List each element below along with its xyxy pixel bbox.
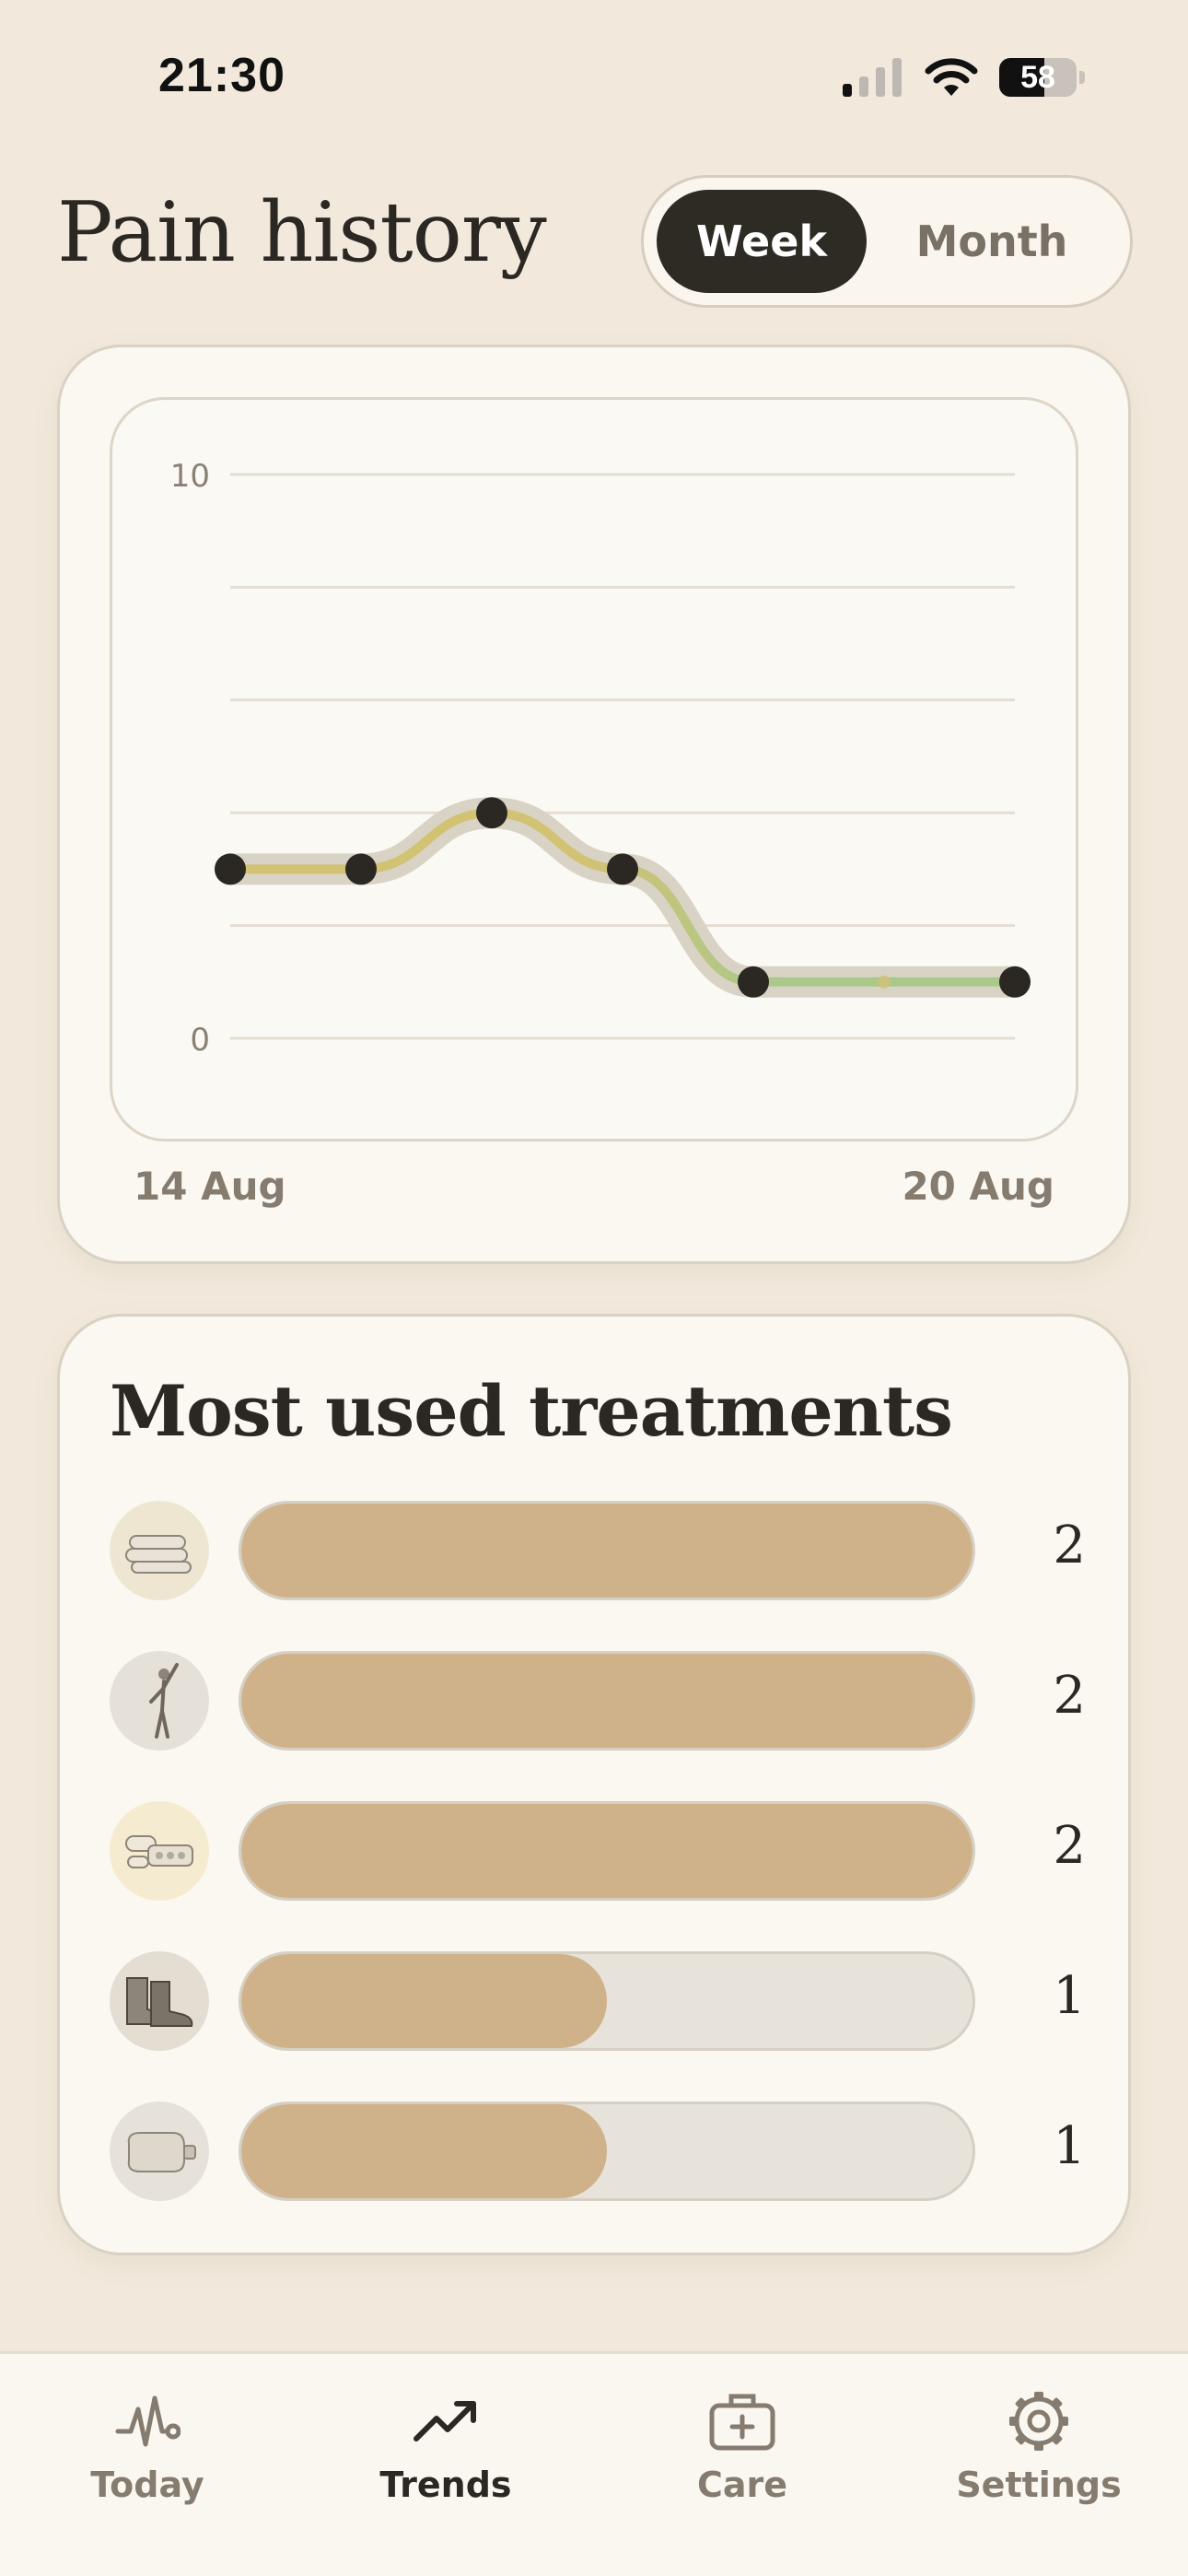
range-week-button[interactable]: Week — [657, 190, 867, 293]
treatment-row[interactable]: 2 — [110, 1501, 1086, 1600]
tab-today-label: Today — [90, 2465, 204, 2505]
data-point[interactable] — [215, 853, 246, 885]
treatment-usage-fill — [241, 1804, 973, 1898]
treatments-card: Most used treatments 2 2 2 1 1 — [57, 1314, 1131, 2255]
treatment-count: 1 — [1053, 1966, 1086, 2026]
x-axis-end-label: 20 Aug — [902, 1164, 1054, 1209]
tab-settings[interactable]: Settings — [919, 2391, 1159, 2505]
tab-settings-label: Settings — [956, 2465, 1122, 2505]
treatment-count: 2 — [1053, 1516, 1086, 1575]
boots-icon — [110, 1951, 209, 2051]
towel-icon — [110, 1501, 209, 1600]
range-month-button[interactable]: Month — [867, 190, 1117, 293]
data-point[interactable] — [607, 853, 638, 885]
data-point[interactable] — [878, 975, 891, 989]
trend-up-icon — [413, 2401, 476, 2441]
range-toggle: Week Month — [641, 175, 1133, 308]
hot-water-bottle-icon — [110, 2102, 209, 2201]
treatments-title: Most used treatments — [110, 1370, 953, 1452]
treatment-usage-bar — [239, 1501, 975, 1600]
treatment-usage-fill — [241, 1654, 973, 1748]
treatment-row[interactable]: 2 — [110, 1651, 1086, 1751]
status-time: 21:30 — [158, 49, 285, 102]
stretching-figure-icon — [110, 1651, 209, 1751]
tab-trends[interactable]: Trends — [326, 2391, 565, 2505]
cellular-signal-icon — [843, 58, 902, 97]
treatment-usage-fill — [241, 1504, 973, 1598]
treatment-usage-bar — [239, 2102, 975, 2201]
chart-plot-area: 10 0 — [110, 397, 1078, 1142]
pulse-icon — [115, 2395, 181, 2447]
tab-care-label: Care — [696, 2465, 788, 2505]
treatment-count: 1 — [1053, 2116, 1086, 2176]
pain-chart-card: 10 0 14 Aug 20 Aug — [57, 345, 1131, 1264]
treatment-usage-fill — [241, 1954, 607, 2048]
battery-indicator: 58 — [999, 58, 1077, 97]
tab-today[interactable]: Today — [28, 2391, 267, 2505]
y-tick-label: 0 — [190, 1022, 210, 1059]
tab-trends-label: Trends — [379, 2465, 512, 2505]
battery-percentage: 58 — [1020, 59, 1055, 95]
treatment-usage-bar — [239, 1801, 975, 1901]
data-point[interactable] — [476, 797, 507, 829]
treatment-count: 2 — [1053, 1666, 1086, 1726]
treatment-row[interactable]: 1 — [110, 1951, 1086, 2051]
treatment-usage-bar — [239, 1651, 975, 1751]
tab-bar: Today Trends Care Settings — [0, 2351, 1188, 2576]
series-line — [226, 808, 1019, 987]
first-aid-kit-icon — [709, 2394, 775, 2451]
pills-icon — [110, 1801, 209, 1901]
treatment-usage-bar — [239, 1951, 975, 2051]
status-bar: 21:30 58 — [0, 0, 1188, 157]
wifi-icon — [925, 58, 978, 96]
tab-care[interactable]: Care — [623, 2391, 862, 2505]
pain-line-chart: 10 0 — [170, 458, 1031, 1059]
status-icons: 58 — [843, 57, 1085, 98]
y-tick-label: 10 — [170, 458, 210, 495]
page-title: Pain history — [57, 184, 547, 281]
data-point[interactable] — [999, 966, 1031, 998]
treatment-row[interactable]: 1 — [110, 2102, 1086, 2201]
treatment-row[interactable]: 2 — [110, 1801, 1086, 1901]
series-band — [215, 797, 1031, 998]
data-point[interactable] — [738, 966, 769, 998]
gear-icon — [1009, 2392, 1068, 2451]
treatment-count: 2 — [1053, 1816, 1086, 1876]
data-point[interactable] — [345, 853, 377, 885]
x-axis-start-label: 14 Aug — [134, 1164, 286, 1209]
treatment-usage-fill — [241, 2104, 607, 2198]
